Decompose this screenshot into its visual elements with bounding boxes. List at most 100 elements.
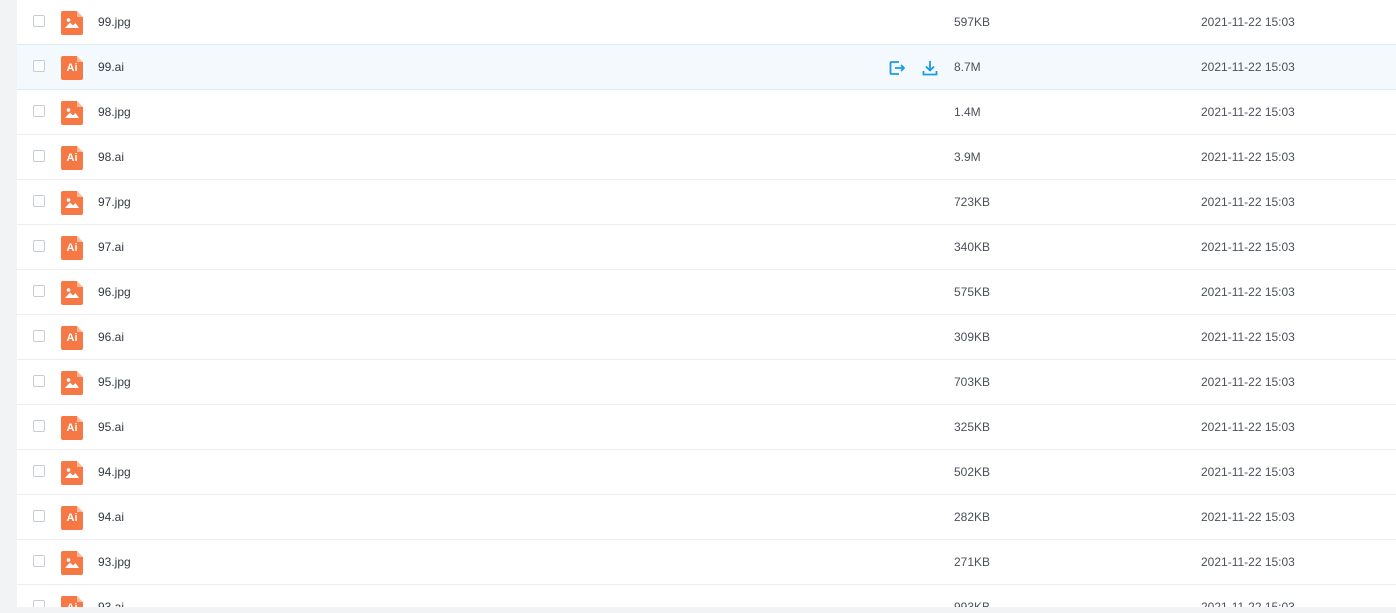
file-name[interactable]: 95.jpg: [98, 374, 131, 390]
image-file-icon: [61, 11, 83, 35]
file-row[interactable]: 94.jpg 502KB 2021-11-22 15:03: [17, 450, 1396, 495]
file-size: 723KB: [954, 195, 991, 209]
row-checkbox[interactable]: [33, 375, 45, 387]
file-name[interactable]: 96.jpg: [98, 284, 131, 300]
ai-file-icon-label: Ai: [66, 152, 78, 164]
file-modified-date: 2021-11-22 15:03: [1201, 60, 1295, 74]
file-size: 282KB: [954, 510, 991, 524]
file-row[interactable]: 96.jpg 575KB 2021-11-22 15:03: [17, 270, 1396, 315]
file-row[interactable]: Ai 93.ai 993KB 2021-11-22 15:03: [17, 585, 1396, 607]
file-name[interactable]: 94.jpg: [98, 464, 131, 480]
file-name[interactable]: 94.ai: [98, 509, 124, 525]
image-file-icon: [61, 551, 83, 575]
file-name[interactable]: 93.jpg: [98, 554, 131, 570]
ai-file-icon-label: Ai: [66, 332, 78, 344]
file-modified-date: 2021-11-22 15:03: [1201, 375, 1295, 389]
ai-file-icon: Ai: [61, 56, 83, 80]
file-modified-date: 2021-11-22 15:03: [1201, 285, 1295, 299]
file-modified-date: 2021-11-22 15:03: [1201, 420, 1295, 434]
row-checkbox[interactable]: [33, 555, 45, 567]
ai-file-icon-label: Ai: [66, 242, 78, 254]
file-name[interactable]: 96.ai: [98, 329, 124, 345]
ai-file-icon: Ai: [61, 506, 83, 530]
row-checkbox[interactable]: [33, 330, 45, 342]
ai-file-icon: Ai: [61, 236, 83, 260]
file-modified-date: 2021-11-22 15:03: [1201, 510, 1295, 524]
image-file-icon: [61, 371, 83, 395]
file-size: 340KB: [954, 240, 991, 254]
image-glyph-icon: [65, 468, 79, 478]
file-row[interactable]: 99.jpg 597KB 2021-11-22 15:03: [17, 0, 1396, 45]
file-size: 309KB: [954, 330, 991, 344]
image-glyph-icon: [65, 108, 79, 118]
image-file-icon: [61, 191, 83, 215]
file-size: 575KB: [954, 285, 991, 299]
file-list-panel: 99.jpg 597KB 2021-11-22 15:03 Ai 99.ai 8…: [17, 0, 1396, 607]
file-modified-date: 2021-11-22 15:03: [1201, 150, 1295, 164]
file-modified-date: 2021-11-22 15:03: [1201, 240, 1295, 254]
bottom-strip: [0, 607, 1396, 613]
ai-file-icon: Ai: [61, 146, 83, 170]
image-glyph-icon: [65, 378, 79, 388]
file-modified-date: 2021-11-22 15:03: [1201, 330, 1295, 344]
file-row[interactable]: Ai 98.ai 3.9M 2021-11-22 15:03: [17, 135, 1396, 180]
file-size: 271KB: [954, 555, 991, 569]
file-name[interactable]: 97.jpg: [98, 194, 131, 210]
row-checkbox[interactable]: [33, 510, 45, 522]
file-size: 993KB: [954, 600, 991, 607]
file-name[interactable]: 93.ai: [98, 599, 124, 607]
row-checkbox[interactable]: [33, 420, 45, 432]
ai-file-icon-label: Ai: [66, 62, 78, 74]
image-glyph-icon: [65, 288, 79, 298]
file-row[interactable]: Ai 99.ai 8.7M 2021-11-22 15:03: [17, 44, 1396, 90]
file-size: 502KB: [954, 465, 991, 479]
row-checkbox[interactable]: [33, 150, 45, 162]
file-size: 597KB: [954, 15, 991, 29]
file-name[interactable]: 95.ai: [98, 419, 124, 435]
file-name[interactable]: 99.ai: [98, 59, 124, 75]
image-glyph-icon: [65, 198, 79, 208]
ai-file-icon: Ai: [61, 416, 83, 440]
file-name[interactable]: 98.ai: [98, 149, 124, 165]
file-row[interactable]: Ai 97.ai 340KB 2021-11-22 15:03: [17, 225, 1396, 270]
file-name[interactable]: 97.ai: [98, 239, 124, 255]
row-checkbox[interactable]: [33, 600, 45, 607]
file-size: 1.4M: [954, 105, 981, 119]
ai-file-icon-label: Ai: [66, 422, 78, 434]
download-icon[interactable]: [921, 59, 939, 77]
file-list: 99.jpg 597KB 2021-11-22 15:03 Ai 99.ai 8…: [17, 0, 1396, 607]
file-size: 3.9M: [954, 150, 981, 164]
row-checkbox[interactable]: [33, 15, 45, 27]
file-modified-date: 2021-11-22 15:03: [1201, 105, 1295, 119]
row-checkbox[interactable]: [33, 240, 45, 252]
file-row[interactable]: Ai 94.ai 282KB 2021-11-22 15:03: [17, 495, 1396, 540]
ai-file-icon: Ai: [61, 326, 83, 350]
file-name[interactable]: 98.jpg: [98, 104, 131, 120]
image-file-icon: [61, 281, 83, 305]
image-file-icon: [61, 461, 83, 485]
image-file-icon: [61, 101, 83, 125]
file-row[interactable]: Ai 96.ai 309KB 2021-11-22 15:03: [17, 315, 1396, 360]
file-row[interactable]: Ai 95.ai 325KB 2021-11-22 15:03: [17, 405, 1396, 450]
file-name[interactable]: 99.jpg: [98, 14, 131, 30]
file-row[interactable]: 97.jpg 723KB 2021-11-22 15:03: [17, 180, 1396, 225]
file-size: 8.7M: [954, 60, 981, 74]
row-checkbox[interactable]: [33, 465, 45, 477]
file-row[interactable]: 98.jpg 1.4M 2021-11-22 15:03: [17, 90, 1396, 135]
file-modified-date: 2021-11-22 15:03: [1201, 555, 1295, 569]
ai-file-icon: Ai: [61, 596, 83, 607]
file-row[interactable]: 93.jpg 271KB 2021-11-22 15:03: [17, 540, 1396, 585]
row-checkbox[interactable]: [33, 195, 45, 207]
row-checkbox[interactable]: [33, 105, 45, 117]
image-glyph-icon: [65, 18, 79, 28]
share-export-icon[interactable]: [888, 59, 906, 77]
row-checkbox[interactable]: [33, 60, 45, 72]
file-row[interactable]: 95.jpg 703KB 2021-11-22 15:03: [17, 360, 1396, 405]
image-glyph-icon: [65, 558, 79, 568]
ai-file-icon-label: Ai: [66, 512, 78, 524]
row-checkbox[interactable]: [33, 285, 45, 297]
file-size: 703KB: [954, 375, 991, 389]
file-size: 325KB: [954, 420, 991, 434]
file-modified-date: 2021-11-22 15:03: [1201, 600, 1295, 607]
file-modified-date: 2021-11-22 15:03: [1201, 465, 1295, 479]
